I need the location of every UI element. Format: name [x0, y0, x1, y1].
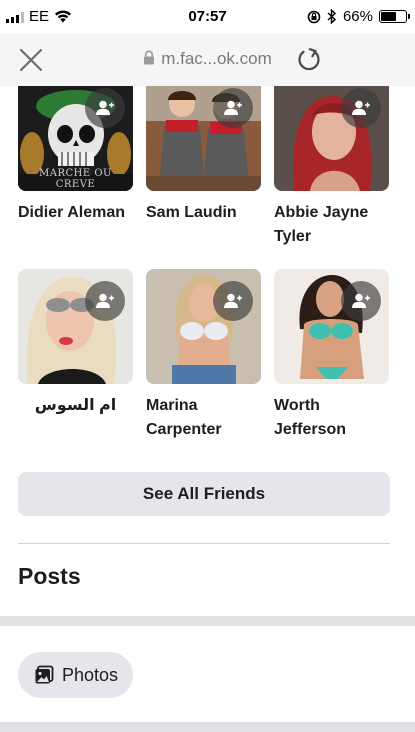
- url-text: m.fac...ok.com: [161, 49, 272, 68]
- photos-button[interactable]: Photos: [18, 652, 134, 698]
- add-friend-icon: [352, 293, 370, 308]
- photo-caption: MARCHE OU CREVE: [39, 168, 112, 190]
- photos-icon: [35, 665, 54, 684]
- add-friend-icon: [352, 100, 370, 115]
- add-friend-icon: [96, 293, 114, 308]
- lock-icon: [144, 50, 155, 65]
- reload-icon[interactable]: [295, 45, 323, 73]
- section-separator: [0, 722, 415, 732]
- friend-name[interactable]: Worth Jefferson: [274, 394, 389, 442]
- add-friend-icon: [224, 293, 242, 308]
- friend-card[interactable]: ام السوس: [18, 269, 133, 418]
- add-friend-button[interactable]: [213, 281, 253, 321]
- add-friend-button[interactable]: [85, 88, 125, 128]
- bluetooth-icon: [327, 9, 337, 24]
- rotation-lock-icon: [307, 10, 321, 23]
- friend-card[interactable]: Sam Laudin: [146, 86, 261, 225]
- see-all-friends-button[interactable]: See All Friends: [18, 472, 390, 516]
- add-friend-button[interactable]: [213, 88, 253, 128]
- friend-photo[interactable]: [274, 86, 389, 191]
- friend-photo[interactable]: [146, 86, 261, 191]
- friend-card[interactable]: Abbie Jayne Tyler: [274, 86, 389, 249]
- battery-percent: 66%: [342, 8, 373, 25]
- friend-photo[interactable]: [146, 269, 261, 384]
- battery-icon: [379, 10, 410, 23]
- status-bar: EE 07:57 66%: [0, 0, 415, 34]
- divider: [18, 543, 390, 544]
- friend-photo[interactable]: MARCHE OU CREVE: [18, 86, 133, 191]
- photos-label: Photos: [62, 664, 119, 685]
- battery-fill: [381, 12, 396, 21]
- friend-card[interactable]: MARCHE OU CREVE Didier Aleman: [18, 86, 133, 225]
- add-friend-button[interactable]: [341, 88, 381, 128]
- friend-name[interactable]: Abbie Jayne Tyler: [274, 201, 389, 249]
- friend-name[interactable]: Marina Carpenter: [146, 394, 261, 442]
- friend-card[interactable]: Marina Carpenter: [146, 269, 261, 442]
- url-display[interactable]: m.fac...ok.com: [0, 49, 415, 69]
- browser-url-bar: m.fac...ok.com: [0, 34, 415, 87]
- add-friend-button[interactable]: [341, 281, 381, 321]
- section-separator: [0, 616, 415, 626]
- profile-content: MARCHE OU CREVE Didier Aleman Sam Laudin…: [0, 86, 415, 732]
- add-friend-button[interactable]: [85, 281, 125, 321]
- friend-card[interactable]: Worth Jefferson: [274, 269, 389, 442]
- friend-name[interactable]: Didier Aleman: [18, 201, 133, 225]
- add-friend-icon: [96, 100, 114, 115]
- friend-name[interactable]: Sam Laudin: [146, 201, 261, 225]
- status-right: 66%: [307, 8, 410, 25]
- friend-name[interactable]: ام السوس: [18, 394, 133, 418]
- friend-photo[interactable]: [18, 269, 133, 384]
- add-friend-icon: [224, 100, 242, 115]
- friend-photo[interactable]: [274, 269, 389, 384]
- posts-heading: Posts: [18, 563, 81, 589]
